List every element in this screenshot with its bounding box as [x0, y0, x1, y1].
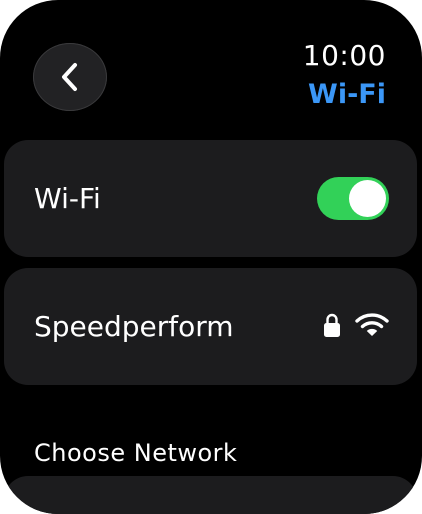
back-button[interactable] [33, 43, 107, 111]
wifi-icon [355, 313, 389, 336]
choose-network-header: Choose Network [34, 439, 238, 467]
wifi-toggle-switch[interactable] [317, 177, 389, 220]
lock-icon [324, 313, 340, 337]
toggle-knob [349, 180, 386, 217]
chevron-left-icon [62, 63, 77, 91]
network-list-item[interactable] [4, 476, 417, 514]
wifi-toggle-row[interactable]: Wi-Fi [4, 140, 417, 257]
network-row-speedperform[interactable]: Speedperform [4, 268, 417, 385]
page-title: Wi-Fi [308, 79, 386, 110]
network-name: Speedperform [34, 309, 234, 343]
wifi-toggle-label: Wi-Fi [34, 181, 101, 215]
watch-screen: 10:00 Wi-Fi Wi-Fi Speedperform Choose Ne… [0, 0, 422, 514]
status-time: 10:00 [302, 39, 386, 72]
